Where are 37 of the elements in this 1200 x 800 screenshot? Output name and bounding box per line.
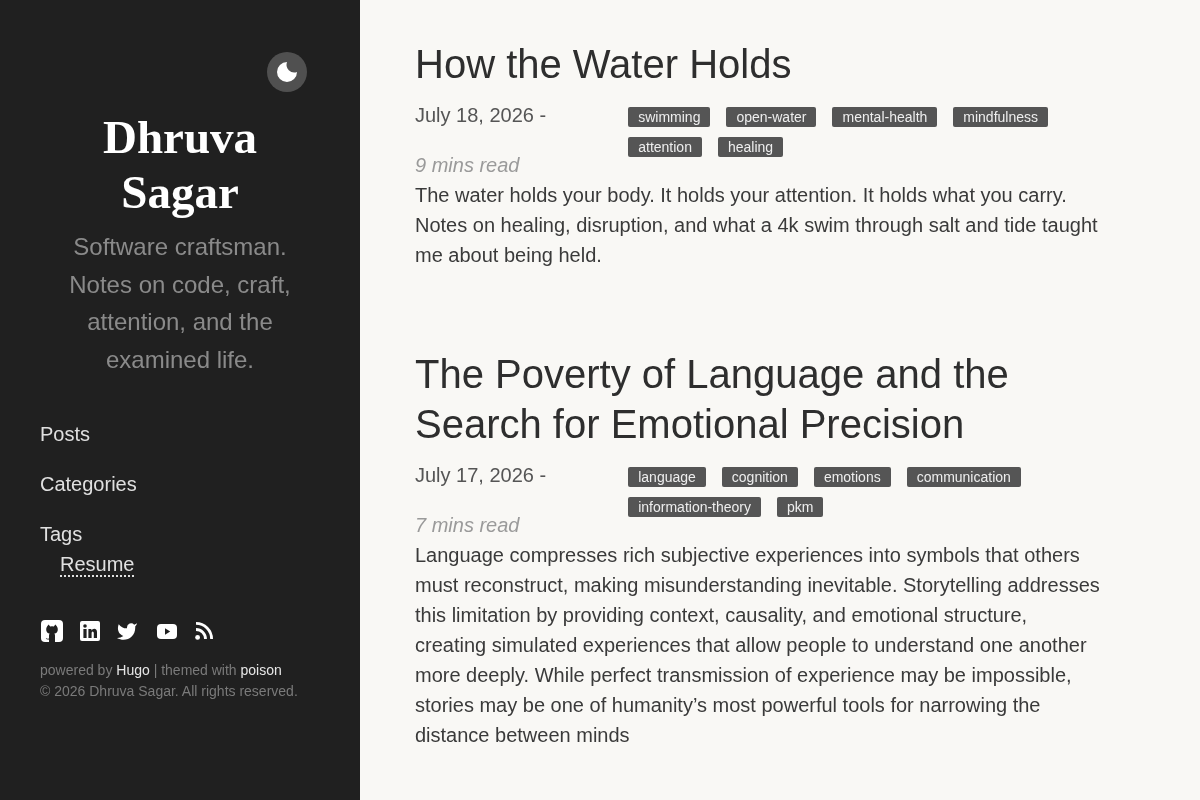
tag-link[interactable]: open-water bbox=[726, 107, 817, 127]
nav-link[interactable]: Tags bbox=[40, 519, 83, 549]
tag-link[interactable]: cognition bbox=[721, 467, 798, 487]
post-date: July 18, 2026 - bbox=[415, 103, 547, 127]
post-summary: The water holds your body. It holds your attention. It holds what you carry. Notes on healing, disruption, and what a 4k swim through salt and tide taught me about being held. bbox=[415, 183, 1099, 268]
tag-link[interactable]: mental-health bbox=[832, 107, 938, 127]
moon-icon bbox=[277, 62, 297, 82]
linkedin-icon[interactable] bbox=[80, 621, 100, 641]
post-summary: Language compresses rich subjective experiences into symbols that others must reconstruct, making misunderstanding inevitable. Storytelling addresses this limitation by providing context, causality, and emotional structure, creating simulated experiences that allow people to understand one another more deeply. While perfect transmission of experience may be impossible, stories may be one of humanity’s most powerful tools for narrowing the distance between minds bbox=[415, 543, 1101, 748]
tag-link[interactable]: information-theory bbox=[628, 497, 762, 517]
tag-link[interactable]: communication bbox=[906, 467, 1021, 487]
tag-link[interactable]: pkm bbox=[777, 497, 824, 517]
post-title[interactable]: The Poverty of Language and the Search for Emotional Precision bbox=[415, 349, 1115, 449]
footer-credit: powered by Hugo | themed with poison bbox=[40, 661, 283, 680]
tag-link[interactable]: healing bbox=[717, 137, 784, 157]
theme-toggle-button[interactable] bbox=[267, 52, 307, 92]
rss-icon[interactable] bbox=[195, 622, 213, 640]
tag-link[interactable]: language bbox=[628, 467, 706, 487]
tag-link[interactable]: attention bbox=[628, 137, 702, 157]
github-icon[interactable] bbox=[41, 620, 63, 642]
post-title[interactable]: How the Water Holds bbox=[415, 39, 1115, 89]
footer-link[interactable]: Hugo bbox=[116, 662, 150, 678]
site-tagline: Software craftsman. Notes on code, craft, attention, and the examined life. bbox=[68, 232, 292, 375]
nav-link[interactable]: Posts bbox=[40, 419, 91, 449]
tag-link[interactable]: mindfulness bbox=[953, 107, 1048, 127]
reading-time: 9 mins read bbox=[415, 153, 521, 177]
copyright-text: © 2026 Dhruva Sagar. All rights reserved. bbox=[40, 682, 299, 701]
tag-link[interactable]: swimming bbox=[628, 107, 711, 127]
site-title[interactable]: Dhruva Sagar bbox=[80, 110, 280, 220]
nav-link[interactable]: Categories bbox=[40, 469, 137, 499]
tag-link[interactable]: emotions bbox=[813, 467, 891, 487]
footer-link[interactable]: poison bbox=[240, 662, 282, 678]
post-date: July 17, 2026 - bbox=[415, 463, 547, 487]
nav-link[interactable]: Resume bbox=[60, 549, 135, 579]
play-button-icon[interactable] bbox=[157, 623, 177, 639]
reading-time: 7 mins read bbox=[415, 513, 521, 537]
bird-icon[interactable] bbox=[116, 621, 138, 641]
